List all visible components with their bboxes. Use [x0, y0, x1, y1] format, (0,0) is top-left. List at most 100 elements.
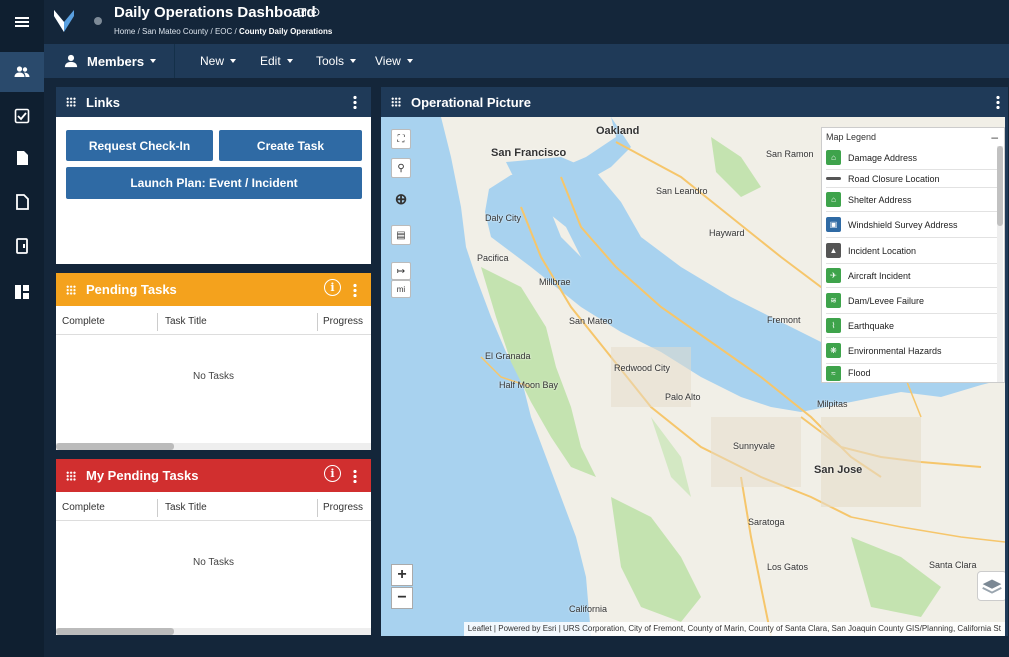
city-label: Millbrae [539, 277, 571, 287]
drag-handle-icon[interactable] [66, 470, 76, 481]
zoom-search-icon[interactable]: ⊕ [391, 189, 411, 209]
city-label: Half Moon Bay [499, 380, 559, 390]
tasks-icon[interactable] [0, 96, 44, 136]
print-icon[interactable]: ▤ [391, 225, 411, 245]
scrollbar-thumb[interactable] [997, 146, 1003, 226]
breadcrumb-eoc[interactable]: EOC [215, 27, 232, 36]
members-icon[interactable] [0, 52, 44, 92]
forms-icon[interactable] [0, 182, 44, 222]
earthquake-icon: ⌇ [826, 318, 841, 333]
app: Daily Operations Dashboard ⊡ ⊙ Home / Sa… [0, 0, 1009, 657]
pending-tasks-panel: Pending Tasks i Complete Task Title Prog… [56, 273, 371, 450]
legend-item[interactable]: ⌂ Shelter Address [826, 188, 998, 212]
menu-icon[interactable] [0, 2, 44, 42]
my-pending-tasks-title: My Pending Tasks [86, 468, 199, 483]
operational-picture-header[interactable]: Operational Picture [381, 87, 1008, 117]
divider [174, 44, 175, 78]
user-icon [64, 54, 78, 68]
legend-item[interactable]: ❋ Environmental Hazards [826, 338, 998, 364]
scrollbar-thumb[interactable] [56, 443, 174, 450]
info-icon[interactable]: i [324, 279, 341, 296]
city-label: San Mateo [569, 316, 613, 326]
plans-icon[interactable] [0, 226, 44, 266]
bookmark-icon[interactable]: ⊡ ⊙ [297, 5, 320, 19]
request-check-in-button[interactable]: Request Check-In [66, 130, 213, 161]
legend-item[interactable]: ≋ Dam/Levee Failure [826, 288, 998, 314]
column-task-title[interactable]: Task Title [165, 316, 207, 327]
layers-icon[interactable] [977, 571, 1005, 601]
links-panel-header[interactable]: Links [56, 87, 371, 117]
empty-state: No Tasks [193, 557, 234, 568]
measure-icon[interactable]: ↦ [391, 262, 411, 280]
legend-item[interactable]: Road Closure Location [826, 170, 998, 188]
flood-icon: ≈ [826, 365, 841, 381]
legend-item[interactable]: ✈ Aircraft Incident [826, 264, 998, 288]
edit-menu[interactable]: Edit [260, 44, 293, 78]
info-icon[interactable]: i [324, 465, 341, 482]
damage-address-icon: ⌂ [826, 150, 841, 165]
legend-item[interactable]: ▣ Windshield Survey Address [826, 212, 998, 238]
fullscreen-icon[interactable]: ⛶ [391, 129, 411, 149]
launch-plan-button[interactable]: Launch Plan: Event / Incident [66, 167, 362, 199]
logo-icon[interactable] [52, 8, 76, 34]
scrollbar-thumb[interactable] [56, 628, 174, 635]
breadcrumb-county[interactable]: San Mateo County [142, 27, 208, 36]
city-label: San Jose [814, 464, 863, 476]
column-divider[interactable] [317, 313, 318, 331]
map-attribution[interactable]: Leaflet | Powered by Esri | URS Corporat… [463, 622, 1005, 636]
breadcrumb-home[interactable]: Home [114, 27, 135, 36]
shelter-icon: ⌂ [826, 192, 841, 207]
scale-unit-toggle[interactable]: mi [391, 280, 411, 298]
zoom-out-button[interactable]: − [391, 587, 413, 609]
status-dot [94, 17, 102, 25]
column-progress[interactable]: Progress [323, 502, 363, 513]
column-divider[interactable] [157, 313, 158, 331]
members-menu[interactable]: Members [64, 44, 157, 78]
documents-icon[interactable] [0, 138, 44, 178]
map[interactable]: Oakland San Francisco San Ramon San Lean… [381, 117, 1005, 636]
drag-handle-icon[interactable] [66, 97, 76, 107]
column-complete[interactable]: Complete [62, 502, 105, 513]
column-divider[interactable] [317, 499, 318, 517]
legend-item[interactable]: ⌇ Earthquake [826, 314, 998, 338]
legend-item[interactable]: ≈ Flood [826, 364, 998, 382]
column-divider[interactable] [157, 499, 158, 517]
legend-item[interactable]: ⌂ Damage Address [826, 146, 998, 170]
column-task-title[interactable]: Task Title [165, 502, 207, 513]
minimize-icon[interactable]: – [991, 130, 998, 144]
create-task-button[interactable]: Create Task [219, 130, 362, 161]
tools-menu[interactable]: Tools [316, 44, 357, 78]
pending-tasks-header[interactable]: Pending Tasks i [56, 273, 371, 306]
page-title: Daily Operations Dashboard [114, 4, 316, 21]
breadcrumb-current: County Daily Operations [238, 27, 333, 36]
city-label: San Ramon [766, 149, 814, 159]
drag-handle-icon[interactable] [66, 284, 76, 295]
city-label: Fremont [767, 315, 801, 325]
dashboards-icon[interactable] [0, 272, 44, 312]
operational-picture-panel: Operational Picture Oakland San Francisc… [381, 87, 1008, 636]
city-label: Milpitas [817, 399, 848, 409]
city-label: Redwood City [614, 363, 671, 373]
more-options-icon[interactable] [996, 95, 1000, 109]
legend-item[interactable]: ▲ Incident Location [826, 238, 998, 264]
zoom-in-button[interactable]: + [391, 564, 413, 586]
legend-scrollbar[interactable] [997, 146, 1003, 382]
aircraft-incident-icon: ✈ [826, 268, 841, 283]
my-pending-tasks-header[interactable]: My Pending Tasks i [56, 459, 371, 492]
chevron-down-icon [150, 59, 157, 63]
view-menu[interactable]: View [375, 44, 413, 78]
more-options-icon[interactable] [353, 283, 357, 297]
road-closure-icon [826, 177, 841, 180]
search-icon[interactable]: ⚲ [391, 158, 411, 178]
windshield-survey-icon: ▣ [826, 217, 841, 232]
column-complete[interactable]: Complete [62, 316, 105, 327]
horizontal-scrollbar[interactable] [56, 628, 371, 635]
more-options-icon[interactable] [353, 469, 357, 483]
new-menu[interactable]: New [200, 44, 237, 78]
drag-handle-icon[interactable] [391, 97, 401, 107]
city-label: San Francisco [491, 147, 567, 159]
column-progress[interactable]: Progress [323, 316, 363, 327]
horizontal-scrollbar[interactable] [56, 443, 371, 450]
links-panel: Links Request Check-In Create Task Launc… [56, 87, 371, 264]
more-options-icon[interactable] [353, 95, 357, 109]
